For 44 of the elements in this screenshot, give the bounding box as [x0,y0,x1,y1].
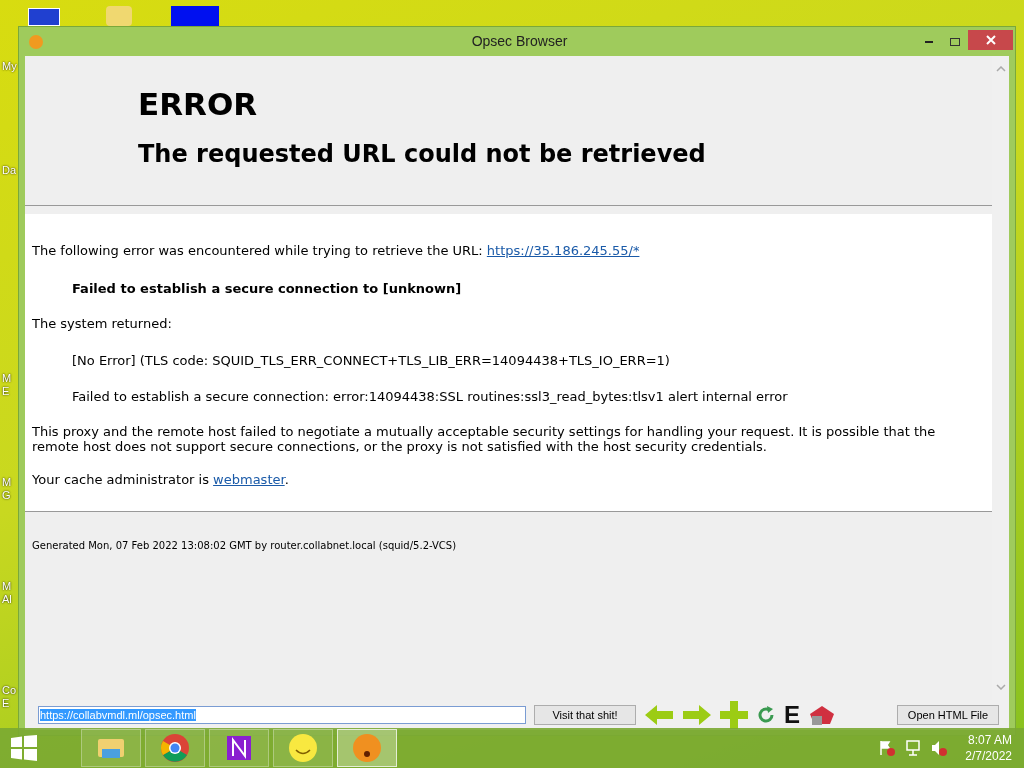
windows-start-icon[interactable] [11,735,37,761]
desktop-icon[interactable] [28,8,60,26]
plus-icon[interactable] [720,701,748,729]
desktop-icon-label[interactable]: M E [2,372,12,398]
intro-text: The following error was encountered while trying to retrieve the URL: https://35.186.245.55/* [32,242,641,260]
error-detail: [No Error] (TLS code: SQUID_TLS_ERR_CONNECT+TLS_LIB_ERR=14094438+TLS_IO_ERR=1) [72,351,671,370]
speaker-icon[interactable] [931,740,948,756]
desktop-icon-label[interactable]: Da [2,164,17,177]
network-icon[interactable] [905,740,922,756]
desktop-icon-label[interactable]: M Al [2,580,12,606]
open-file-button[interactable]: Open HTML File [897,705,999,725]
browser-icon [159,732,191,764]
error-message: Failed to establish a secure connection to [unknown] [72,279,463,298]
visit-button[interactable]: Visit that shit! [534,705,636,725]
flag-icon[interactable] [879,740,896,756]
scroll-up-icon[interactable] [995,66,1006,72]
webmaster-link[interactable]: webmaster [213,471,285,487]
close-icon [985,35,996,45]
address-field[interactable]: https://collabvmdl.ml/opsec.html [38,706,526,724]
close-button[interactable] [968,30,1013,50]
taskbar-button[interactable] [145,729,205,767]
error-subheading: The requested URL could not be retrieved [138,139,707,170]
error-heading: ERROR [138,86,259,122]
forward-arrow-icon[interactable] [682,704,712,726]
clock-date[interactable]: 2/7/2022 [965,748,1012,764]
admin-text: Your cache administrator is webmaster. [32,470,290,489]
e-button[interactable]: E [784,703,800,727]
desktop-icon-label[interactable]: My [2,60,17,73]
taskbar-button[interactable] [209,729,269,767]
face-icon [351,732,383,764]
footer-text: Generated Mon, 07 Feb 2022 13:08:02 GMT by router.collabnet.local (squid/5.2-VCS) [32,539,458,553]
smiley-icon [287,732,319,764]
system-returned-label: The system returned: [32,315,173,333]
error-detail: Failed to establish a secure connection: error:14094438:SSL routines:ssl3_read_bytes:tlsv1 alert internal error [72,388,789,406]
window-title: Opsec Browser [471,32,568,51]
explanation-text: This proxy and the remote host failed to negotiate a mutually acceptable security settings for handling your request. It is possible that the remote host does not support secure connections, or the proxy is not satisfied with the host security credentials. [32,423,937,454]
desktop-icon-label[interactable]: Co E [2,684,17,710]
desktop-icon-label[interactable]: M G [2,476,12,502]
scroll-down-icon[interactable] [995,684,1006,690]
refresh-icon[interactable] [756,705,776,725]
house-icon[interactable] [808,704,836,726]
url-link[interactable]: https://35.186.245.55/* [486,243,640,258]
clock-time[interactable]: 8:07 AM [967,732,1012,748]
back-arrow-icon[interactable] [644,704,674,726]
